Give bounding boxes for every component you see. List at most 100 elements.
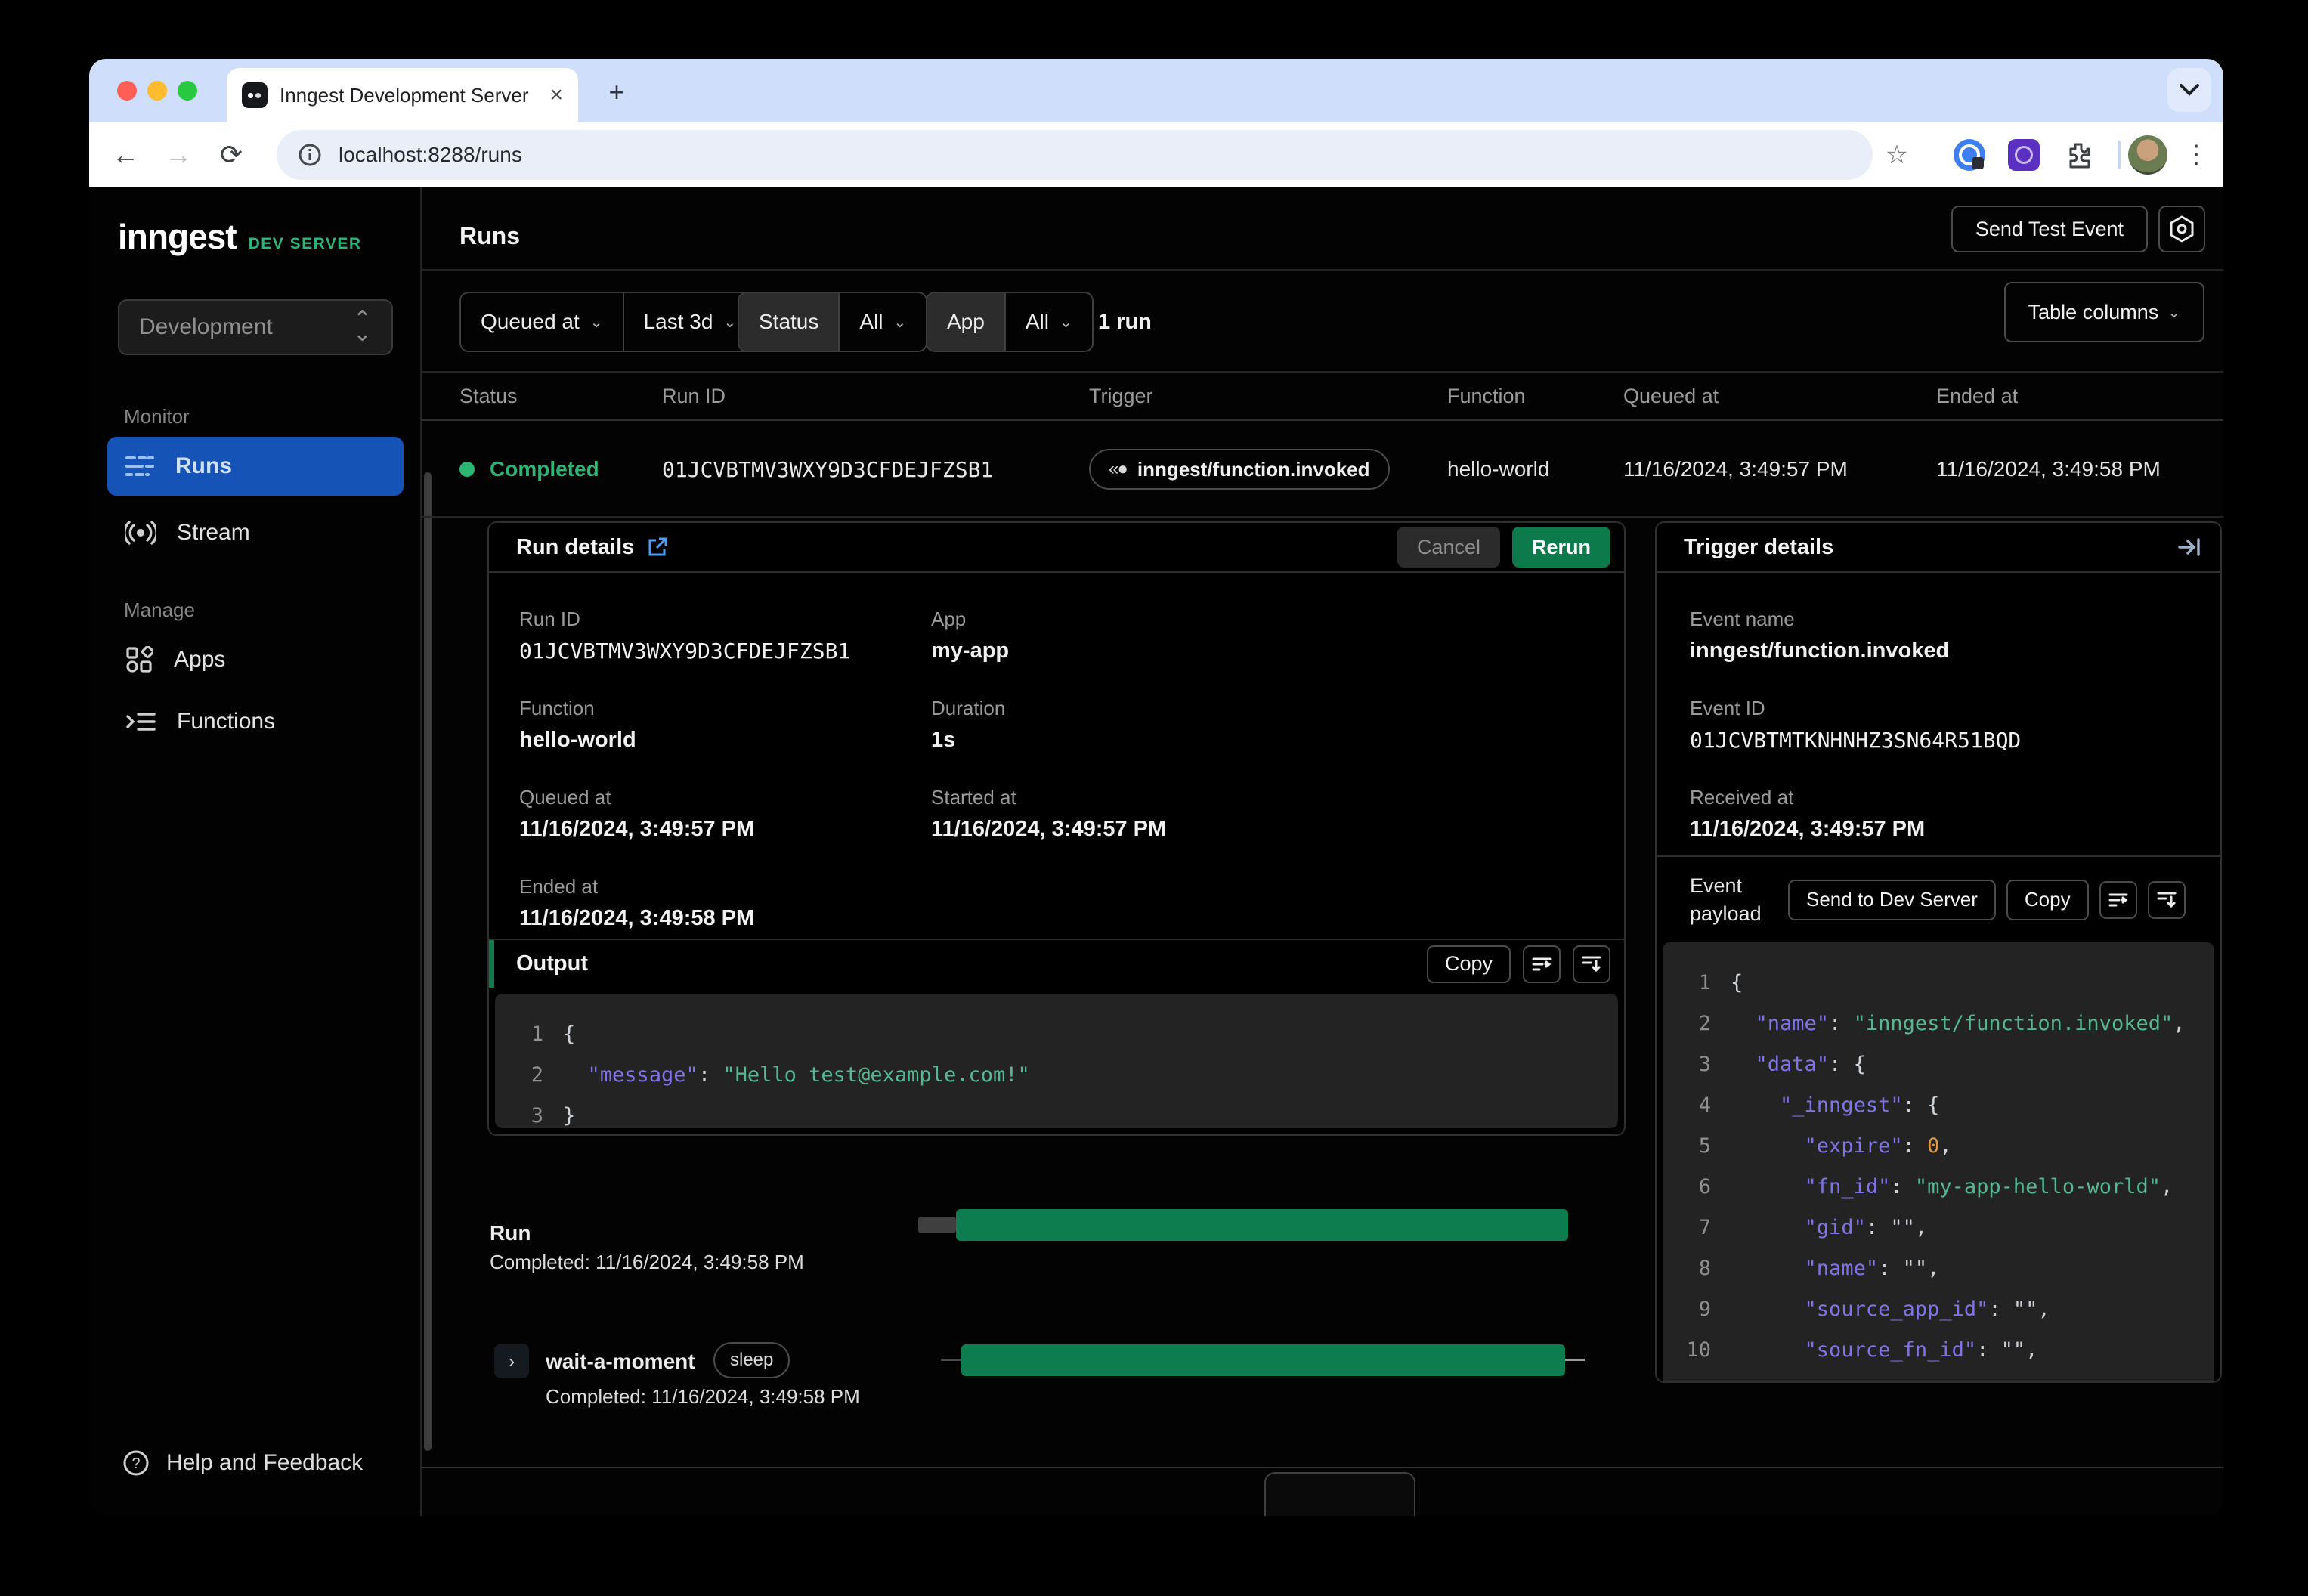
environment-selector-value: Development: [139, 314, 273, 339]
tab-search-chevron-button[interactable]: [2167, 68, 2211, 112]
run-count: 1 run: [1098, 309, 1152, 334]
help-and-feedback[interactable]: ? Help and Feedback: [122, 1449, 363, 1477]
page-header: Runs Send Test Event: [422, 187, 2223, 271]
chevron-down-icon: ⌄: [1059, 314, 1072, 331]
status-filter-label: Status: [739, 293, 839, 351]
site-info-icon[interactable]: [298, 143, 322, 167]
run-details-panel: Run details Cancel Rerun Run ID 01JCVBTM…: [487, 521, 1626, 1136]
status-filter-value[interactable]: All ⌄: [838, 293, 926, 351]
forward-button[interactable]: →: [157, 122, 200, 187]
send-test-event-button[interactable]: Send Test Event: [1951, 206, 2148, 252]
apps-icon: [126, 646, 153, 673]
output-section-header: Output Copy: [489, 939, 1624, 988]
table-row[interactable]: Completed 01JCVBTMV3WXY9D3CFDEJFZSB1 «● …: [422, 422, 2223, 518]
browser-window: Inngest Development Server × + ← → ⟳ loc…: [89, 59, 2223, 1516]
event-name-value: inngest/function.invoked: [1690, 639, 1950, 663]
password-manager-extension-icon[interactable]: [1948, 122, 1991, 187]
code-line: 6 "fn_id": "my-app-hello-world",: [1698, 1174, 2173, 1199]
row-status: Completed: [490, 457, 599, 481]
trigger-badge: «● inngest/function.invoked: [1089, 449, 1390, 490]
code-line: 5 "expire": 0,: [1698, 1134, 1952, 1158]
output-code-block: 1{ 2 "message": "Hello test@example.com!"…: [495, 994, 1618, 1128]
started-at-value: 11/16/2024, 3:49:57 PM: [931, 817, 1167, 841]
expand-output-button[interactable]: [1573, 945, 1610, 983]
sidebar-item-functions[interactable]: Functions: [107, 692, 404, 751]
extensions-puzzle-icon[interactable]: [2057, 122, 2099, 187]
cancel-button[interactable]: Cancel: [1397, 527, 1500, 568]
browser-tab[interactable]: Inngest Development Server ×: [227, 68, 578, 122]
function-label: Function: [519, 697, 595, 719]
code-line: 2 "message": "Hello test@example.com!": [531, 1062, 1030, 1087]
sidebar-item-apps[interactable]: Apps: [107, 630, 404, 689]
rerun-button[interactable]: Rerun: [1511, 527, 1610, 568]
event-payload-code-block: 1{2 "name": "inngest/function.invoked", 3…: [1663, 942, 2214, 1381]
profile-avatar[interactable]: [2127, 122, 2169, 187]
send-to-dev-server-button[interactable]: Send to Dev Server: [1788, 879, 1996, 920]
copy-payload-button[interactable]: Copy: [2006, 879, 2089, 920]
table-columns-button[interactable]: Table columns ⌄: [2003, 282, 2204, 342]
address-bar[interactable]: localhost:8288/runs: [277, 130, 1873, 180]
app-link[interactable]: my-app: [931, 639, 1609, 663]
functions-icon: [126, 713, 156, 731]
inngest-logo: inngest: [118, 217, 237, 256]
duration-label: Duration: [931, 697, 1006, 719]
expand-step-chevron-button[interactable]: ›: [494, 1344, 529, 1378]
run-id-label: Run ID: [519, 608, 580, 630]
row-function: hello-world: [1447, 457, 1550, 481]
time-field-filter[interactable]: Queued at ⌄: [461, 293, 623, 351]
code-line: 1{: [531, 1022, 576, 1046]
time-range-filter[interactable]: Last 3d ⌄: [622, 293, 756, 351]
sidebar-item-stream[interactable]: Stream: [107, 503, 404, 562]
svg-text:?: ?: [131, 1455, 140, 1472]
code-line: 2 "name": "inngest/function.invoked",: [1698, 1011, 2186, 1035]
step-kind-badge: sleep: [713, 1342, 790, 1378]
output-status-accent: [489, 940, 494, 988]
runs-icon: [125, 456, 154, 476]
reload-button[interactable]: ⟳: [210, 122, 252, 187]
step-name: wait-a-moment: [546, 1350, 695, 1373]
step-extent-tick-right: [1565, 1359, 1585, 1361]
new-tab-button[interactable]: +: [600, 76, 633, 109]
gear-hexagon-icon: [2170, 215, 2194, 243]
collapse-panel-icon[interactable]: [2178, 537, 2202, 558]
sidebar-item-apps-label: Apps: [174, 647, 226, 672]
app-filter-label: App: [927, 293, 1004, 351]
tab-close-icon[interactable]: ×: [549, 84, 563, 107]
app-filter-value[interactable]: All ⌄: [1004, 293, 1092, 351]
dev-server-badge: DEV SERVER: [248, 235, 362, 252]
copy-output-button[interactable]: Copy: [1426, 945, 1511, 983]
maximize-window-button[interactable]: [178, 81, 197, 101]
bottom-drawer-handle[interactable]: [1264, 1472, 1415, 1516]
expand-payload-button[interactable]: [2147, 880, 2186, 919]
close-window-button[interactable]: [117, 81, 137, 101]
ended-at-value: 11/16/2024, 3:49:58 PM: [519, 906, 755, 930]
event-id-label: Event ID: [1690, 697, 1765, 719]
page-title: Runs: [459, 222, 520, 249]
external-link-icon[interactable]: [646, 536, 669, 558]
inngest-app: inngest DEV SERVER Development ⌃ ⌄ Monito…: [89, 187, 2223, 1516]
row-queued-at: 11/16/2024, 3:49:57 PM: [1623, 457, 1848, 481]
sidebar-item-runs[interactable]: Runs: [107, 437, 404, 496]
step-completed-text: Completed: 11/16/2024, 3:49:58 PM: [546, 1385, 860, 1408]
extension-icon[interactable]: [2003, 122, 2045, 187]
environment-selector[interactable]: Development ⌃ ⌄: [118, 299, 393, 355]
tab-title: Inngest Development Server: [280, 83, 529, 107]
ended-at-label: Ended at: [519, 875, 599, 898]
run-details-title: Run details: [516, 534, 635, 559]
word-wrap-payload-button[interactable]: [2099, 880, 2137, 919]
sidebar-item-runs-label: Runs: [175, 453, 232, 478]
step-duration-bar: [961, 1344, 1565, 1376]
bookmark-star-icon[interactable]: ☆: [1876, 122, 1918, 187]
back-button[interactable]: ←: [104, 122, 147, 187]
settings-gear-button[interactable]: [2158, 206, 2205, 252]
footer-divider: [422, 1467, 2223, 1468]
main-content: Runs Send Test Event Queued at ⌄ Last 3d…: [422, 187, 2223, 1516]
vertical-scrollbar[interactable]: [424, 472, 432, 1451]
minimize-window-button[interactable]: [147, 81, 167, 101]
function-link[interactable]: hello-world: [519, 728, 931, 753]
code-line: 1{: [1698, 970, 1743, 994]
browser-menu-kebab-icon[interactable]: ⋮: [2175, 122, 2217, 187]
word-wrap-button[interactable]: [1523, 945, 1561, 983]
app-label: App: [931, 608, 967, 630]
status-filter-group: Status All ⌄: [738, 292, 928, 352]
